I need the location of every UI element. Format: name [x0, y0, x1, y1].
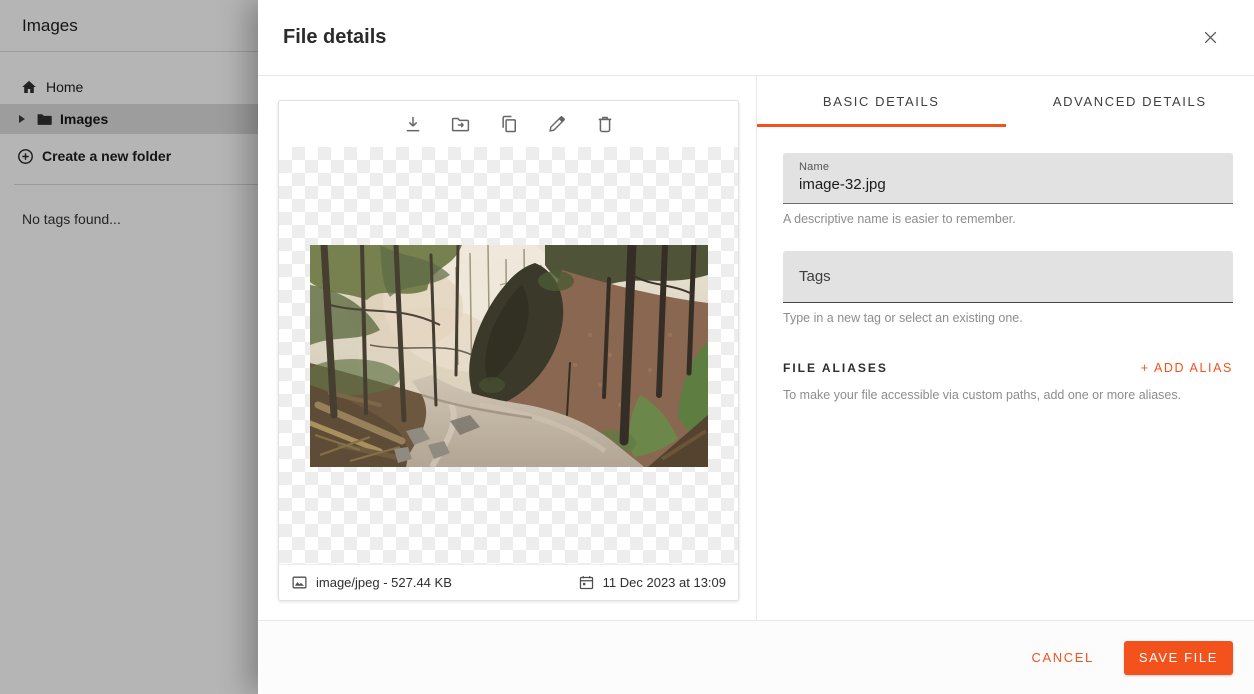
trash-icon	[595, 114, 615, 134]
close-icon	[1202, 29, 1219, 46]
details-form-pane: BASIC DETAILS ADVANCED DETAILS Name A de…	[757, 76, 1254, 620]
name-field-label: Name	[799, 161, 1217, 173]
tags-field[interactable]: Tags	[783, 251, 1233, 303]
add-alias-button[interactable]: + ADD ALIAS	[1141, 361, 1233, 375]
drawer-header: File details	[258, 0, 1254, 76]
edit-button[interactable]	[547, 114, 567, 134]
details-tabs: BASIC DETAILS ADVANCED DETAILS	[757, 76, 1254, 127]
calendar-icon	[578, 574, 595, 591]
close-button[interactable]	[1194, 21, 1226, 53]
name-field[interactable]: Name	[783, 153, 1233, 204]
preview-card: image/jpeg - 527.44 KB 11 Dec 2023 at 13…	[278, 100, 739, 601]
delete-button[interactable]	[595, 114, 615, 134]
tags-field-label: Tags	[799, 268, 831, 285]
aliases-helper-text: To make your file accessible via custom …	[783, 388, 1233, 402]
file-type-size: image/jpeg - 527.44 KB	[291, 574, 452, 591]
drawer-title: File details	[283, 26, 386, 49]
duplicate-icon	[499, 114, 519, 134]
edit-pencil-icon	[547, 114, 567, 134]
name-input[interactable]	[799, 176, 1217, 193]
file-aliases-section: FILE ALIASES + ADD ALIAS	[783, 361, 1233, 375]
file-aliases-heading: FILE ALIASES	[783, 361, 888, 375]
save-file-button[interactable]: SAVE FILE	[1124, 641, 1233, 675]
name-helper-text: A descriptive name is easier to remember…	[783, 212, 1233, 226]
transparency-checkerboard	[279, 147, 738, 564]
tab-advanced-details[interactable]: ADVANCED DETAILS	[1006, 76, 1254, 127]
tab-basic-details[interactable]: BASIC DETAILS	[757, 76, 1006, 127]
image-file-icon	[291, 574, 308, 591]
download-button[interactable]	[403, 114, 423, 134]
file-date-text: 11 Dec 2023 at 13:09	[603, 575, 726, 590]
file-date: 11 Dec 2023 at 13:09	[578, 574, 726, 591]
duplicate-button[interactable]	[499, 114, 519, 134]
move-to-folder-button[interactable]	[451, 114, 471, 134]
move-to-folder-icon	[450, 114, 471, 135]
download-icon	[403, 114, 423, 134]
cancel-button[interactable]: CANCEL	[1027, 642, 1097, 673]
preview-pane: image/jpeg - 527.44 KB 11 Dec 2023 at 13…	[258, 76, 757, 620]
file-meta-bar: image/jpeg - 527.44 KB 11 Dec 2023 at 13…	[279, 564, 738, 600]
photo-forest-road	[310, 245, 708, 467]
basic-details-form: Name A descriptive name is easier to rem…	[757, 127, 1254, 402]
file-details-drawer: File details	[258, 0, 1254, 694]
drawer-footer: CANCEL SAVE FILE	[258, 620, 1254, 694]
file-toolbar	[279, 101, 738, 147]
tags-helper-text: Type in a new tag or select an existing …	[783, 311, 1233, 325]
file-type-size-text: image/jpeg - 527.44 KB	[316, 575, 452, 590]
